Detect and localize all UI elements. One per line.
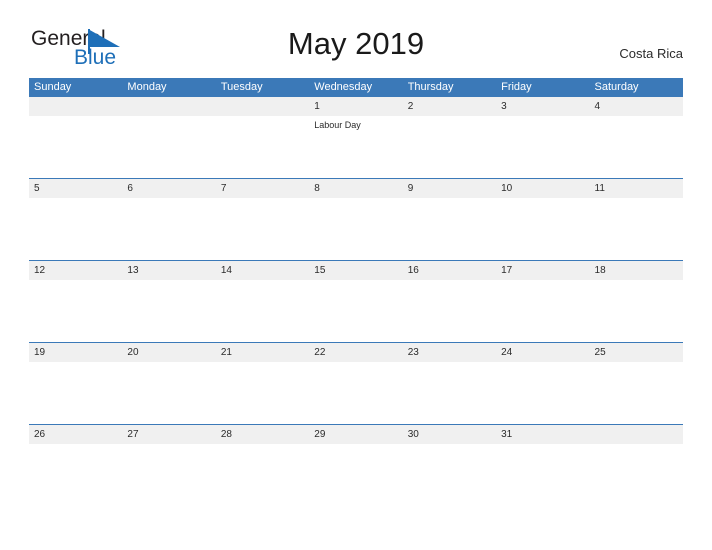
day-number[interactable]: 4 [590, 97, 683, 116]
day-cell[interactable] [216, 362, 309, 424]
weekday-header-tuesday: Tuesday [220, 81, 263, 93]
week-date-band: 5 6 7 8 9 10 11 [29, 179, 683, 198]
week-date-band: 1 2 3 4 [29, 97, 683, 116]
day-number[interactable]: 5 [29, 179, 122, 198]
week-event-band [29, 444, 683, 506]
day-cell[interactable] [122, 444, 215, 506]
day-number[interactable]: 2 [403, 97, 496, 116]
day-number[interactable]: 23 [403, 343, 496, 362]
day-cell[interactable] [403, 444, 496, 506]
calendar-page: General Blue May 2019 Costa Rica Sunday … [0, 0, 712, 550]
day-cell[interactable] [309, 280, 402, 342]
weekday-header-monday: Monday [127, 81, 167, 93]
weekday-header-wednesday: Wednesday [314, 81, 373, 93]
week-row: 12 13 14 15 16 17 18 [29, 260, 683, 342]
day-cell[interactable] [496, 280, 589, 342]
day-cell[interactable] [122, 116, 215, 178]
day-cell[interactable] [590, 280, 683, 342]
week-row: 1 2 3 4 Labour Day [29, 97, 683, 178]
day-cell[interactable] [403, 280, 496, 342]
day-number[interactable]: 21 [216, 343, 309, 362]
day-cell[interactable] [29, 280, 122, 342]
day-cell[interactable]: Labour Day [309, 116, 402, 178]
day-number[interactable]: 16 [403, 261, 496, 280]
day-number[interactable]: 3 [496, 97, 589, 116]
weekday-header-row: Sunday Monday Tuesday Wednesday Thursday… [29, 78, 683, 97]
day-number[interactable]: 25 [590, 343, 683, 362]
week-date-band: 19 20 21 22 23 24 25 [29, 343, 683, 362]
day-cell[interactable] [216, 198, 309, 260]
day-cell[interactable] [29, 362, 122, 424]
day-number[interactable]: 14 [216, 261, 309, 280]
week-event-band [29, 362, 683, 424]
day-number[interactable]: 31 [496, 425, 589, 444]
day-number[interactable] [590, 425, 683, 444]
day-number[interactable]: 22 [309, 343, 402, 362]
day-number[interactable]: 20 [122, 343, 215, 362]
day-cell[interactable] [216, 280, 309, 342]
day-cell[interactable] [496, 198, 589, 260]
day-number[interactable]: 29 [309, 425, 402, 444]
day-number[interactable] [216, 97, 309, 116]
day-cell[interactable] [216, 116, 309, 178]
day-cell[interactable] [590, 116, 683, 178]
page-title: May 2019 [287, 26, 425, 61]
calendar-grid: Sunday Monday Tuesday Wednesday Thursday… [29, 78, 683, 506]
day-cell[interactable] [590, 444, 683, 506]
day-cell[interactable] [590, 198, 683, 260]
day-cell[interactable] [309, 198, 402, 260]
day-cell[interactable] [122, 198, 215, 260]
weekday-header-thursday: Thursday [407, 81, 454, 93]
day-number[interactable] [122, 97, 215, 116]
page-header: General Blue May 2019 Costa Rica [0, 0, 712, 69]
day-number[interactable]: 30 [403, 425, 496, 444]
week-date-band: 26 27 28 29 30 31 [29, 425, 683, 444]
day-cell[interactable] [216, 444, 309, 506]
day-cell[interactable] [29, 116, 122, 178]
week-row: 19 20 21 22 23 24 25 [29, 342, 683, 424]
week-event-band: Labour Day [29, 116, 683, 178]
day-number[interactable]: 7 [216, 179, 309, 198]
day-cell[interactable] [496, 362, 589, 424]
day-number[interactable]: 10 [496, 179, 589, 198]
day-cell[interactable] [403, 198, 496, 260]
day-cell[interactable] [590, 362, 683, 424]
day-cell[interactable] [29, 444, 122, 506]
week-event-band [29, 198, 683, 260]
week-date-band: 12 13 14 15 16 17 18 [29, 261, 683, 280]
day-cell[interactable] [309, 444, 402, 506]
day-number[interactable]: 26 [29, 425, 122, 444]
day-cell[interactable] [122, 280, 215, 342]
day-cell[interactable] [309, 362, 402, 424]
day-cell[interactable] [403, 116, 496, 178]
day-number[interactable]: 1 [309, 97, 402, 116]
day-number[interactable]: 17 [496, 261, 589, 280]
day-number[interactable]: 12 [29, 261, 122, 280]
week-row: 5 6 7 8 9 10 11 [29, 178, 683, 260]
day-number[interactable]: 11 [590, 179, 683, 198]
day-cell[interactable] [496, 444, 589, 506]
weekday-header-saturday: Saturday [594, 81, 639, 93]
day-number[interactable]: 8 [309, 179, 402, 198]
week-event-band [29, 280, 683, 342]
day-number[interactable]: 18 [590, 261, 683, 280]
day-number[interactable]: 27 [122, 425, 215, 444]
day-number[interactable]: 19 [29, 343, 122, 362]
day-number[interactable]: 15 [309, 261, 402, 280]
day-number[interactable]: 9 [403, 179, 496, 198]
day-cell[interactable] [496, 116, 589, 178]
day-cell[interactable] [122, 362, 215, 424]
day-cell[interactable] [29, 198, 122, 260]
day-number[interactable] [29, 97, 122, 116]
weekday-header-sunday: Sunday [34, 81, 72, 93]
week-row: 26 27 28 29 30 31 [29, 424, 683, 506]
event-label: Labour Day [314, 120, 361, 130]
weekday-header-friday: Friday [501, 81, 532, 93]
day-number[interactable]: 28 [216, 425, 309, 444]
day-cell[interactable] [403, 362, 496, 424]
region-label: Costa Rica [619, 46, 683, 61]
day-number[interactable]: 6 [122, 179, 215, 198]
day-number[interactable]: 24 [496, 343, 589, 362]
day-number[interactable]: 13 [122, 261, 215, 280]
